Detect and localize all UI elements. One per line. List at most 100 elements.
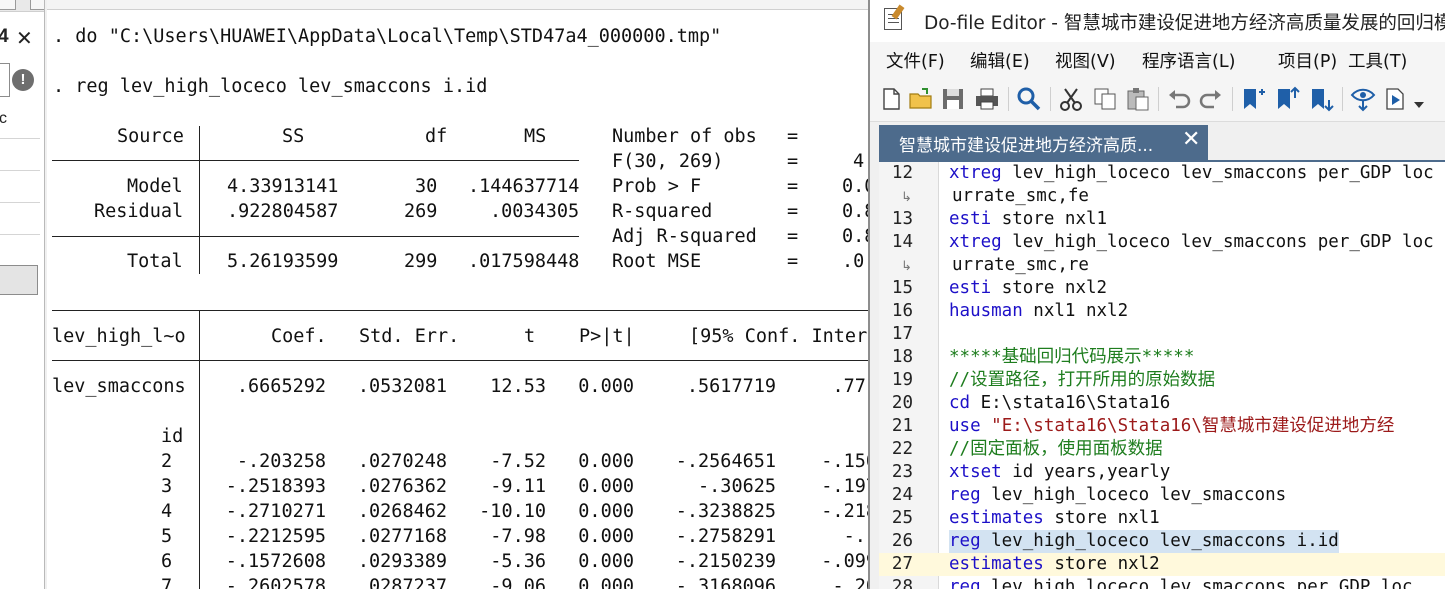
line-number: 20 <box>891 393 913 413</box>
toggle-bookmark-icon[interactable] <box>1240 86 1266 112</box>
code-line[interactable]: 28 reg lev_high_loceco lev_smaccons per_G… <box>879 576 1445 589</box>
tab-strip: 智慧城市建设促进地方经济高质... ✕ <box>870 122 1445 160</box>
coef-row-coef: -.203258 <box>236 451 326 472</box>
line-number: 23 <box>891 462 913 482</box>
results-window[interactable]: . do "C:\Users\HUAWEI\AppData\Local\Temp… <box>47 10 870 589</box>
menu-tools[interactable]: 工具(T) <box>1348 48 1407 73</box>
code-line[interactable]: 20 cd E:\stata16\Stata16 <box>879 392 1445 415</box>
coef-row-t: 12.53 <box>490 376 546 397</box>
code-line[interactable]: ↳ urrate_smc,re <box>879 254 1445 277</box>
coef-row-lo: -.2564651 <box>675 451 776 472</box>
execute-icon[interactable] <box>1382 86 1408 112</box>
coef-row-hi: -.099 <box>821 551 870 572</box>
code-line[interactable]: 16 hausman nxl1 nxl2 <box>879 300 1445 323</box>
code-text: xtset id years,yearly <box>949 462 1171 482</box>
code-line[interactable]: 23 xtset id years,yearly <box>879 461 1445 484</box>
code-text: *****基础回归代码展示***** <box>949 347 1195 367</box>
tab-do-file[interactable]: 智慧城市建设促进地方经济高质... ✕ <box>879 125 1208 160</box>
coef-row-coef: -.1572608 <box>225 551 326 572</box>
find-icon[interactable] <box>1016 86 1042 112</box>
code-text: cd E:\stata16\Stata16 <box>949 393 1171 413</box>
coef-header-t: t <box>524 326 536 347</box>
line-number: 18 <box>891 347 913 367</box>
close-icon[interactable]: ✕ <box>16 26 33 50</box>
coef-row-var: 3 <box>161 476 173 497</box>
code-line[interactable]: 21 use "E:\stata16\Stata16\智慧城市建设促进地方经 <box>879 415 1445 438</box>
code-text: reg lev_high_loceco lev_smaccons i.id <box>949 530 1339 553</box>
code-line[interactable]: 26 reg lev_high_loceco lev_smaccons i.id <box>879 530 1445 553</box>
cut-icon[interactable] <box>1058 86 1084 112</box>
filter-field[interactable] <box>0 63 10 97</box>
line-number: 12 <box>891 163 913 183</box>
left-tab-button[interactable] <box>0 0 16 10</box>
coef-row-se: .0277168 <box>357 526 447 547</box>
menu-language[interactable]: 程序语言(L) <box>1142 48 1235 73</box>
redo-icon[interactable] <box>1198 86 1224 112</box>
anova-source-header: Source <box>117 126 184 147</box>
divider <box>0 138 40 139</box>
menu-file[interactable]: 文件(F) <box>886 48 945 73</box>
code-line[interactable]: 13 esti store nxl1 <box>879 208 1445 231</box>
dropdown-arrow-icon[interactable] <box>1412 96 1426 110</box>
stat-value: 0.8 <box>842 226 870 247</box>
line-number: 28 <box>891 577 913 589</box>
code-line[interactable]: 14 xtreg lev_high_loceco lev_smaccons per… <box>879 231 1445 254</box>
coef-row-p: 0.000 <box>578 501 634 522</box>
code-line[interactable]: 22 //固定面板，使用面板数据 <box>879 438 1445 461</box>
code-text: urrate_smc,fe <box>952 186 1089 206</box>
coef-row-t: -9.06 <box>490 576 546 589</box>
code-line[interactable]: 12 xtreg lev_high_loceco lev_smaccons per… <box>879 162 1445 185</box>
coef-row-p: 0.000 <box>578 551 634 572</box>
left-panel-button[interactable] <box>0 265 38 295</box>
divider <box>0 202 40 203</box>
coef-row-p: 0.000 <box>578 576 634 589</box>
code-line[interactable]: 19 //设置路径，打开所用的原始数据 <box>879 369 1445 392</box>
show-file-icon[interactable] <box>1350 86 1376 112</box>
close-tab-icon[interactable]: ✕ <box>1182 127 1200 152</box>
open-folder-icon[interactable] <box>908 86 934 112</box>
code-line[interactable]: 27 estimates store nxl2 <box>879 553 1445 576</box>
anova-row-df: 30 <box>415 176 438 197</box>
new-file-icon[interactable] <box>878 86 904 112</box>
window-title: Do-file Editor - 智慧城市建设促进地方经济高质量发展的回归模 <box>924 13 1445 34</box>
line-number: 15 <box>891 278 913 298</box>
undo-icon[interactable] <box>1166 86 1192 112</box>
coef-row-se: .0293389 <box>357 551 447 572</box>
copy-icon[interactable] <box>1092 86 1118 112</box>
line-number: 21 <box>891 416 913 436</box>
next-bookmark-icon[interactable] <box>1308 86 1334 112</box>
do-command: . do "C:\Users\HUAWEI\AppData\Local\Temp… <box>53 26 722 47</box>
stat-label: Prob > F <box>612 176 702 197</box>
anova-row-source: Model <box>127 176 183 197</box>
stat-value: 0.0 <box>842 176 870 197</box>
menu-edit[interactable]: 编辑(E) <box>970 48 1030 73</box>
coef-row-var: 7 <box>161 576 173 589</box>
paste-icon[interactable] <box>1125 86 1151 112</box>
code-editor[interactable]: 12 xtreg lev_high_loceco lev_smaccons per… <box>879 160 1445 589</box>
coef-row-hi: -.1 <box>843 526 870 547</box>
code-line[interactable]: ↳ urrate_smc,fe <box>879 185 1445 208</box>
code-line[interactable]: 17 <box>879 323 1445 346</box>
print-icon[interactable] <box>974 86 1000 112</box>
coef-header-se: Std. Err. <box>359 326 460 347</box>
coef-row-se: .0287237 <box>357 576 447 589</box>
anova-row-ms: .0034305 <box>490 201 580 222</box>
code-text: hausman nxl1 nxl2 <box>949 301 1129 321</box>
code-line[interactable]: 24 reg lev_high_loceco lev_smaccons <box>879 484 1445 507</box>
coef-header-coef: Coef. <box>271 326 327 347</box>
code-text: reg lev_high_loceco lev_smaccons per_GDP… <box>949 577 1424 589</box>
code-line[interactable]: 18 *****基础回归代码展示***** <box>879 346 1445 369</box>
stat-eq: = <box>787 176 799 197</box>
line-wrap-icon: ↳ <box>901 259 912 274</box>
coef-row-var: id <box>161 426 184 447</box>
code-line[interactable]: 25 estimates store nxl1 <box>879 507 1445 530</box>
coef-row-t: -7.98 <box>490 526 546 547</box>
warning-icon[interactable]: ! <box>12 69 34 91</box>
stat-eq: = <box>787 126 799 147</box>
menu-project[interactable]: 项目(P) <box>1278 48 1337 73</box>
left-tab-button[interactable] <box>30 0 44 10</box>
save-icon[interactable] <box>940 86 966 112</box>
menu-view[interactable]: 视图(V) <box>1055 48 1116 73</box>
code-line[interactable]: 15 esti store nxl2 <box>879 277 1445 300</box>
previous-bookmark-icon[interactable] <box>1274 86 1300 112</box>
